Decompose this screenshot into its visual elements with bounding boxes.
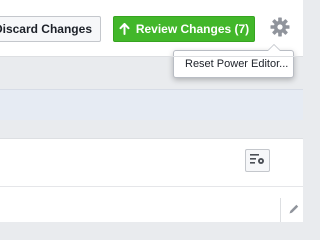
panel-divider — [0, 186, 303, 187]
edit-button[interactable] — [280, 198, 303, 222]
settings-dropdown-menu: Reset Power Editor... — [173, 44, 294, 78]
column-settings-icon — [250, 152, 265, 170]
gear-icon — [269, 16, 291, 43]
power-editor-page: Discard Changes Review Changes (7) Reset… — [0, 0, 303, 222]
top-toolbar: Discard Changes Review Changes (7) — [0, 0, 303, 56]
column-settings-button[interactable] — [245, 149, 270, 172]
arrow-up-icon — [119, 23, 130, 35]
review-changes-button[interactable]: Review Changes (7) — [113, 16, 255, 42]
toolbar-divider — [0, 56, 303, 57]
discard-changes-label: Discard Changes — [0, 22, 92, 36]
menu-item-reset-power-editor[interactable]: Reset Power Editor... — [174, 51, 293, 77]
filter-band — [0, 90, 303, 120]
discard-changes-button[interactable]: Discard Changes — [0, 16, 101, 42]
settings-gear-button[interactable] — [269, 16, 291, 43]
pencil-icon — [288, 202, 300, 220]
review-changes-label: Review Changes (7) — [135, 22, 250, 36]
menu-item-label: Reset Power Editor... — [185, 58, 289, 70]
